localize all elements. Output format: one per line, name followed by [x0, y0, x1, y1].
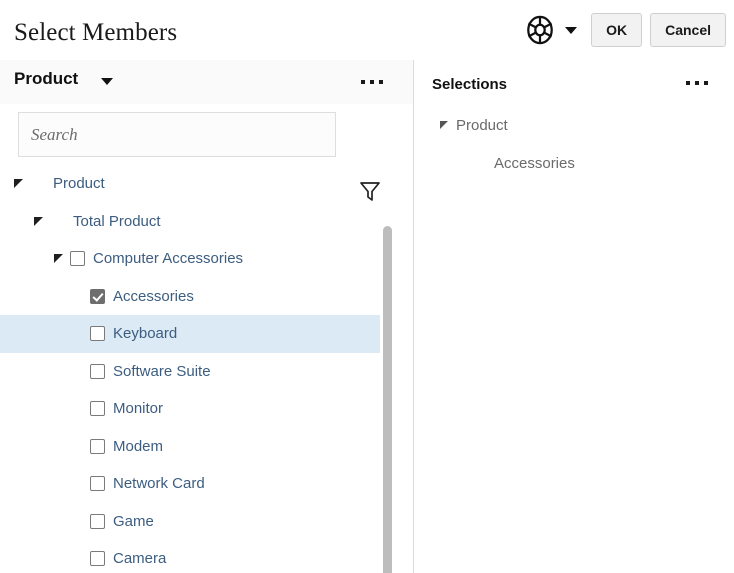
member-checkbox[interactable] [90, 364, 105, 379]
tree-item-label: Accessories [113, 288, 194, 305]
dialog-titlebar: Select Members OK Cancel [0, 0, 734, 60]
selections-overflow-menu-icon[interactable] [686, 81, 708, 85]
selection-item-label: Product [456, 117, 508, 134]
selections-title: Selections [432, 76, 507, 93]
members-panel: Product Product Total Product Computer Acc… [0, 60, 413, 573]
tree-row[interactable]: Network Card [0, 465, 380, 503]
member-checkbox[interactable] [90, 401, 105, 416]
tree-item-label: Computer Accessories [93, 250, 243, 267]
selection-row[interactable]: Accessories [414, 144, 734, 182]
selections-tree[interactable]: Product Accessories [414, 106, 734, 182]
select-members-dialog: Select Members OK Cancel [0, 0, 734, 573]
tree-item-label: Camera [113, 550, 166, 567]
member-checkbox[interactable] [70, 251, 85, 266]
tree-item-label: Network Card [113, 475, 205, 492]
dimension-chevron-down-icon[interactable] [101, 78, 113, 85]
tree-item-label: Keyboard [113, 325, 177, 342]
tree-collapse-triangle-icon[interactable] [14, 179, 23, 188]
tree-item-label: Modem [113, 438, 163, 455]
titlebar-actions: OK Cancel [525, 11, 726, 49]
tree-row[interactable]: Software Suite [0, 353, 380, 391]
chevron-down-icon[interactable] [565, 27, 577, 34]
selections-panel: Selections Product Accessories [414, 60, 734, 573]
tree-collapse-triangle-icon[interactable] [34, 217, 43, 226]
search-input[interactable] [18, 112, 336, 157]
dimension-selector-label[interactable]: Product [14, 69, 78, 89]
tree-row[interactable]: Keyboard [0, 315, 380, 353]
tree-item-label: Monitor [113, 400, 163, 417]
tree-row[interactable]: Camera [0, 540, 380, 573]
tree-row[interactable]: Total Product [0, 203, 380, 241]
wheel-icon[interactable] [525, 15, 555, 45]
page-title: Select Members [14, 19, 177, 47]
tree-item-label: Game [113, 513, 154, 530]
member-checkbox[interactable] [90, 476, 105, 491]
tree-row[interactable]: Accessories [0, 278, 380, 316]
wheel-icon-svg [525, 15, 555, 45]
tree-row[interactable]: Modem [0, 428, 380, 466]
tree-row[interactable]: Computer Accessories [0, 240, 380, 278]
member-checkbox[interactable] [90, 289, 105, 304]
tree-row[interactable]: Product [0, 165, 380, 203]
member-checkbox[interactable] [90, 439, 105, 454]
tree-item-label: Software Suite [113, 363, 211, 380]
selection-item-label: Accessories [494, 155, 575, 172]
tree-row[interactable]: Monitor [0, 390, 380, 428]
tree-item-label: Total Product [73, 213, 161, 230]
selection-row[interactable]: Product [414, 106, 734, 144]
cancel-button[interactable]: Cancel [650, 13, 726, 47]
search-row [0, 106, 413, 156]
tree-collapse-triangle-icon[interactable] [54, 254, 63, 263]
member-tree[interactable]: Product Total Product Computer Accessories… [0, 165, 413, 573]
ok-button[interactable]: OK [591, 13, 642, 47]
members-overflow-menu-icon[interactable] [361, 80, 383, 84]
selection-collapse-triangle-icon[interactable] [440, 121, 448, 129]
member-checkbox[interactable] [90, 514, 105, 529]
members-panel-header: Product [0, 60, 413, 104]
member-tree-scrollbar-thumb[interactable] [383, 226, 392, 573]
member-checkbox[interactable] [90, 326, 105, 341]
selections-panel-header: Selections [414, 60, 734, 106]
tree-row[interactable]: Game [0, 503, 380, 541]
tree-item-label: Product [53, 175, 105, 192]
member-checkbox[interactable] [90, 551, 105, 566]
member-tree-scrollbar-track[interactable] [383, 226, 392, 573]
